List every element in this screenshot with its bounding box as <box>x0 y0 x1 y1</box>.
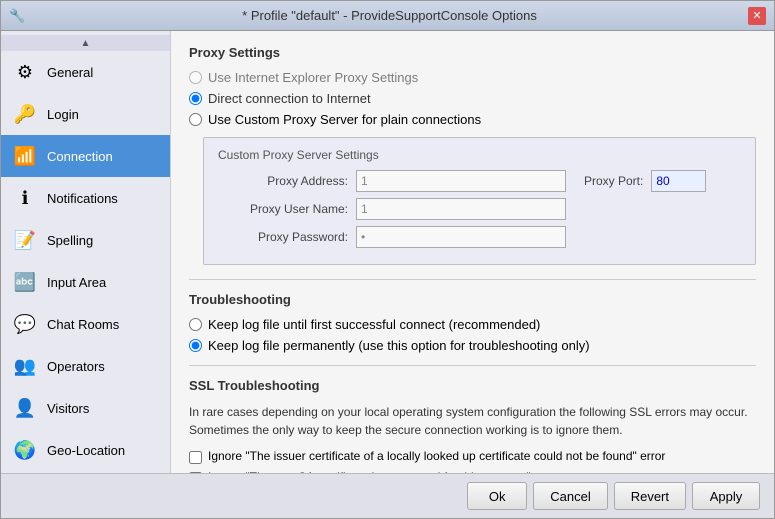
content-area: Proxy Settings Use Internet Explorer Pro… <box>171 31 774 473</box>
operators-icon: 👥 <box>11 352 39 380</box>
radio-ie-proxy-input[interactable] <box>189 71 202 84</box>
proxy-address-row: Proxy Address: Proxy Port: <box>218 170 741 192</box>
radio-log-permanent[interactable]: Keep log file permanently (use this opti… <box>189 338 756 353</box>
ssl-note: In rare cases depending on your local op… <box>189 403 756 439</box>
proxy-options: Use Internet Explorer Proxy Settings Dir… <box>189 70 756 127</box>
sidebar-label-connection: Connection <box>47 149 113 164</box>
title-bar: 🔧 * Profile "default" - ProvideSupportCo… <box>1 1 774 31</box>
sidebar-item-geo-location[interactable]: 🌍 Geo-Location <box>1 429 170 471</box>
radio-custom-proxy-input[interactable] <box>189 113 202 126</box>
input-area-icon: 🔤 <box>11 268 39 296</box>
sidebar-item-general[interactable]: ⚙ General <box>1 51 170 93</box>
custom-proxy-box: Custom Proxy Server Settings Proxy Addre… <box>203 137 756 265</box>
sidebar-item-operators[interactable]: 👥 Operators <box>1 345 170 387</box>
spelling-icon: 📝 <box>11 226 39 254</box>
custom-proxy-title: Custom Proxy Server Settings <box>218 148 741 162</box>
sidebar-label-geo-location: Geo-Location <box>47 443 125 458</box>
geo-location-icon: 🌍 <box>11 436 39 464</box>
sidebar-item-visitors[interactable]: 👤 Visitors <box>1 387 170 429</box>
sidebar-item-chat-rooms[interactable]: 💬 Chat Rooms <box>1 303 170 345</box>
proxy-user-input[interactable] <box>356 198 566 220</box>
sidebar-label-chat-rooms: Chat Rooms <box>47 317 119 332</box>
radio-custom-proxy-label: Use Custom Proxy Server for plain connec… <box>208 112 481 127</box>
sidebar-label-login: Login <box>47 107 79 122</box>
proxy-password-label: Proxy Password: <box>218 230 348 244</box>
divider-1 <box>189 279 756 280</box>
radio-direct-input[interactable] <box>189 92 202 105</box>
radio-ie-proxy[interactable]: Use Internet Explorer Proxy Settings <box>189 70 756 85</box>
troubleshooting-options: Keep log file until first successful con… <box>189 317 756 353</box>
ssl-checkbox-issuer[interactable]: Ignore "The issuer certificate of a loca… <box>189 449 756 464</box>
notifications-icon: ℹ <box>11 184 39 212</box>
ssl-title: SSL Troubleshooting <box>189 378 756 393</box>
sidebar-label-general: General <box>47 65 93 80</box>
sidebar-item-connection[interactable]: 📶 Connection <box>1 135 170 177</box>
radio-direct[interactable]: Direct connection to Internet <box>189 91 756 106</box>
sidebar-scroll-up[interactable]: ▲ <box>1 35 170 51</box>
sidebar-item-login[interactable]: 🔑 Login <box>1 93 170 135</box>
close-button[interactable]: ✕ <box>748 7 766 25</box>
revert-button[interactable]: Revert <box>614 482 686 510</box>
sidebar-item-spelling[interactable]: 📝 Spelling <box>1 219 170 261</box>
radio-direct-label: Direct connection to Internet <box>208 91 371 106</box>
radio-log-until-label: Keep log file until first successful con… <box>208 317 540 332</box>
proxy-address-input[interactable] <box>356 170 566 192</box>
bottom-bar: Ok Cancel Revert Apply <box>1 473 774 518</box>
main-window: 🔧 * Profile "default" - ProvideSupportCo… <box>0 0 775 519</box>
radio-ie-proxy-label: Use Internet Explorer Proxy Settings <box>208 70 418 85</box>
apply-button[interactable]: Apply <box>692 482 760 510</box>
sidebar-label-spelling: Spelling <box>47 233 93 248</box>
sidebar-item-co-browser[interactable]: 🖥 Co-Browser <box>1 471 170 473</box>
main-content: ▲ ⚙ General 🔑 Login 📶 Connection ℹ Notif… <box>1 31 774 473</box>
login-icon: 🔑 <box>11 100 39 128</box>
visitors-icon: 👤 <box>11 394 39 422</box>
ssl-checkbox-issuer-input[interactable] <box>189 451 202 464</box>
proxy-port-input[interactable] <box>651 170 706 192</box>
cancel-button[interactable]: Cancel <box>533 482 607 510</box>
radio-log-permanent-input[interactable] <box>189 339 202 352</box>
radio-log-permanent-label: Keep log file permanently (use this opti… <box>208 338 590 353</box>
proxy-password-row: Proxy Password: <box>218 226 741 248</box>
ok-button[interactable]: Ok <box>467 482 527 510</box>
chat-rooms-icon: 💬 <box>11 310 39 338</box>
sidebar-item-input-area[interactable]: 🔤 Input Area <box>1 261 170 303</box>
proxy-password-input[interactable] <box>356 226 566 248</box>
proxy-settings-title: Proxy Settings <box>189 45 756 60</box>
radio-log-until[interactable]: Keep log file until first successful con… <box>189 317 756 332</box>
proxy-user-label: Proxy User Name: <box>218 202 348 216</box>
proxy-port-label: Proxy Port: <box>584 174 643 188</box>
troubleshooting-title: Troubleshooting <box>189 292 756 307</box>
proxy-user-row: Proxy User Name: <box>218 198 741 220</box>
ssl-checkbox-issuer-label: Ignore "The issuer certificate of a loca… <box>208 449 665 463</box>
divider-2 <box>189 365 756 366</box>
sidebar-label-input-area: Input Area <box>47 275 106 290</box>
general-icon: ⚙ <box>11 58 39 86</box>
sidebar: ▲ ⚙ General 🔑 Login 📶 Connection ℹ Notif… <box>1 31 171 473</box>
app-icon: 🔧 <box>9 8 25 24</box>
radio-custom-proxy[interactable]: Use Custom Proxy Server for plain connec… <box>189 112 756 127</box>
sidebar-item-notifications[interactable]: ℹ Notifications <box>1 177 170 219</box>
connection-icon: 📶 <box>11 142 39 170</box>
sidebar-label-operators: Operators <box>47 359 105 374</box>
radio-log-until-input[interactable] <box>189 318 202 331</box>
sidebar-label-notifications: Notifications <box>47 191 118 206</box>
sidebar-label-visitors: Visitors <box>47 401 89 416</box>
proxy-address-label: Proxy Address: <box>218 174 348 188</box>
window-title: * Profile "default" - ProvideSupportCons… <box>31 8 748 23</box>
